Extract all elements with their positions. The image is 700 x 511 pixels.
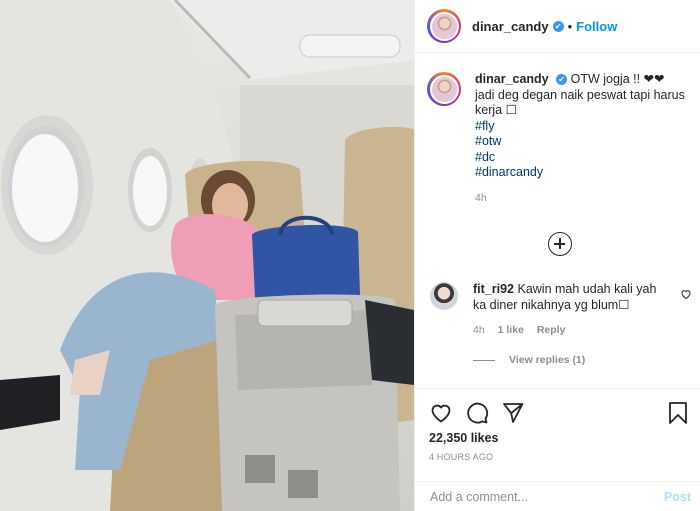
- comment-heart-icon[interactable]: [680, 288, 692, 300]
- hashtag-otw[interactable]: #otw: [475, 134, 697, 150]
- post-photo[interactable]: [0, 0, 414, 511]
- post-actions: 22,350 likes 4 HOURS AGO Post: [415, 388, 700, 511]
- caption-avatar[interactable]: [427, 72, 461, 106]
- view-replies-button[interactable]: View replies (1): [473, 354, 585, 366]
- bookmark-icon[interactable]: [667, 401, 689, 425]
- post-header: dinar_candy ✔ • Follow: [415, 0, 700, 53]
- caption-text-line2: jadi deg degan naik peswat tapi harus ke…: [475, 87, 685, 118]
- comment-body: fit_ri92 Kawin mah udah kali yah ka dine…: [473, 282, 669, 339]
- view-replies-label: View replies (1): [509, 354, 586, 366]
- post-side-panel: dinar_candy ✔ • Follow dinar_candy ✔ OTW…: [414, 0, 700, 511]
- hashtag-dinarcandy[interactable]: #dinarcandy: [475, 165, 697, 181]
- comment-reply-button[interactable]: Reply: [537, 324, 566, 336]
- commenter-username[interactable]: fit_ri92: [473, 282, 514, 296]
- author-avatar-image: [429, 11, 459, 41]
- comment-icon[interactable]: [465, 401, 489, 425]
- author-username[interactable]: dinar_candy: [472, 19, 549, 34]
- caption-avatar-image: [429, 74, 459, 104]
- comment-like-count[interactable]: 1 like: [498, 324, 524, 336]
- caption-time: 4h: [475, 191, 487, 204]
- load-more-icon[interactable]: [548, 232, 572, 256]
- caption-body: dinar_candy ✔ OTW jogja !! ❤❤ jadi deg d…: [475, 72, 697, 206]
- heart-icon[interactable]: [429, 401, 453, 425]
- action-icons: [429, 401, 525, 425]
- post-comment-button[interactable]: Post: [664, 490, 691, 504]
- add-comment-bar: Post: [415, 481, 700, 511]
- share-icon[interactable]: [501, 401, 525, 425]
- hashtag-fly[interactable]: #fly: [475, 119, 697, 135]
- verified-icon: ✔: [552, 20, 564, 32]
- comment-meta: 4h 1 like Reply: [473, 323, 669, 339]
- caption-verified-icon: ✔: [556, 74, 568, 86]
- view-replies-line: [473, 359, 495, 361]
- separator-dot: •: [567, 18, 573, 34]
- comment-input[interactable]: [430, 490, 664, 504]
- author-avatar[interactable]: [427, 9, 461, 43]
- comment-item: fit_ri92 Kawin mah udah kali yah ka dine…: [430, 282, 698, 339]
- comment-time: 4h: [473, 324, 485, 336]
- airplane-cabin-image: [0, 0, 414, 511]
- post-timestamp: 4 HOURS AGO: [429, 452, 494, 462]
- caption-text-line1: OTW jogja !! ❤❤: [570, 72, 665, 86]
- like-count[interactable]: 22,350 likes: [429, 431, 499, 445]
- caption-username[interactable]: dinar_candy: [475, 72, 549, 86]
- commenter-avatar[interactable]: [430, 282, 458, 310]
- hashtag-dc[interactable]: #dc: [475, 150, 697, 166]
- post-caption: dinar_candy ✔ OTW jogja !! ❤❤ jadi deg d…: [427, 72, 697, 206]
- follow-button[interactable]: Follow: [576, 19, 617, 34]
